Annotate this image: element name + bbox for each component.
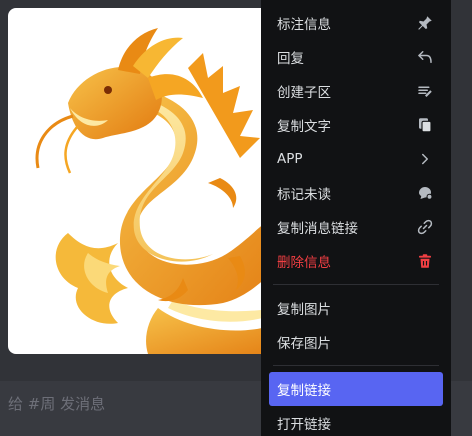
message-input-placeholder: 给 #周 发消息	[8, 395, 106, 413]
menu-separator	[273, 284, 439, 285]
menu-item-label: 复制链接	[277, 383, 331, 399]
menu-item-copy-text[interactable]: 复制文字	[269, 108, 443, 142]
context-menu: 标注信息 回复 创建子区 复制文字 APP 标记未读 复制消息链接 删除信息 复…	[261, 0, 451, 436]
copy-text-icon	[415, 115, 435, 135]
menu-item-apps[interactable]: APP	[269, 142, 443, 176]
thread-icon	[415, 81, 435, 101]
menu-item-mark-unread[interactable]: 标记未读	[269, 176, 443, 210]
menu-item-create-thread[interactable]: 创建子区	[269, 74, 443, 108]
link-icon	[415, 217, 435, 237]
menu-item-label: 标注信息	[277, 17, 331, 33]
menu-item-save-image[interactable]: 保存图片	[269, 325, 443, 359]
menu-item-label: 删除信息	[277, 255, 331, 271]
menu-item-delete-message[interactable]: 删除信息	[269, 244, 443, 278]
menu-item-label: 复制文字	[277, 119, 331, 135]
menu-item-pin-message[interactable]: 标注信息	[269, 6, 443, 40]
chevron-right-icon	[415, 149, 435, 169]
mark-unread-icon	[415, 183, 435, 203]
pin-icon	[415, 13, 435, 33]
menu-item-copy-image[interactable]: 复制图片	[269, 291, 443, 325]
menu-item-label: 保存图片	[277, 336, 331, 352]
trash-icon	[415, 251, 435, 271]
menu-item-label: 创建子区	[277, 85, 331, 101]
menu-item-label: 复制图片	[277, 302, 331, 318]
menu-item-copy-link[interactable]: 复制链接	[269, 372, 443, 406]
menu-item-label: 打开链接	[277, 417, 331, 433]
menu-item-open-link[interactable]: 打开链接	[269, 406, 443, 436]
reply-icon	[415, 47, 435, 67]
menu-item-reply[interactable]: 回复	[269, 40, 443, 74]
menu-item-label: APP	[277, 151, 303, 167]
menu-item-label: 标记未读	[277, 187, 331, 203]
menu-item-label: 回复	[277, 51, 304, 67]
menu-item-label: 复制消息链接	[277, 221, 358, 237]
menu-item-copy-message-link[interactable]: 复制消息链接	[269, 210, 443, 244]
menu-separator	[273, 365, 439, 366]
